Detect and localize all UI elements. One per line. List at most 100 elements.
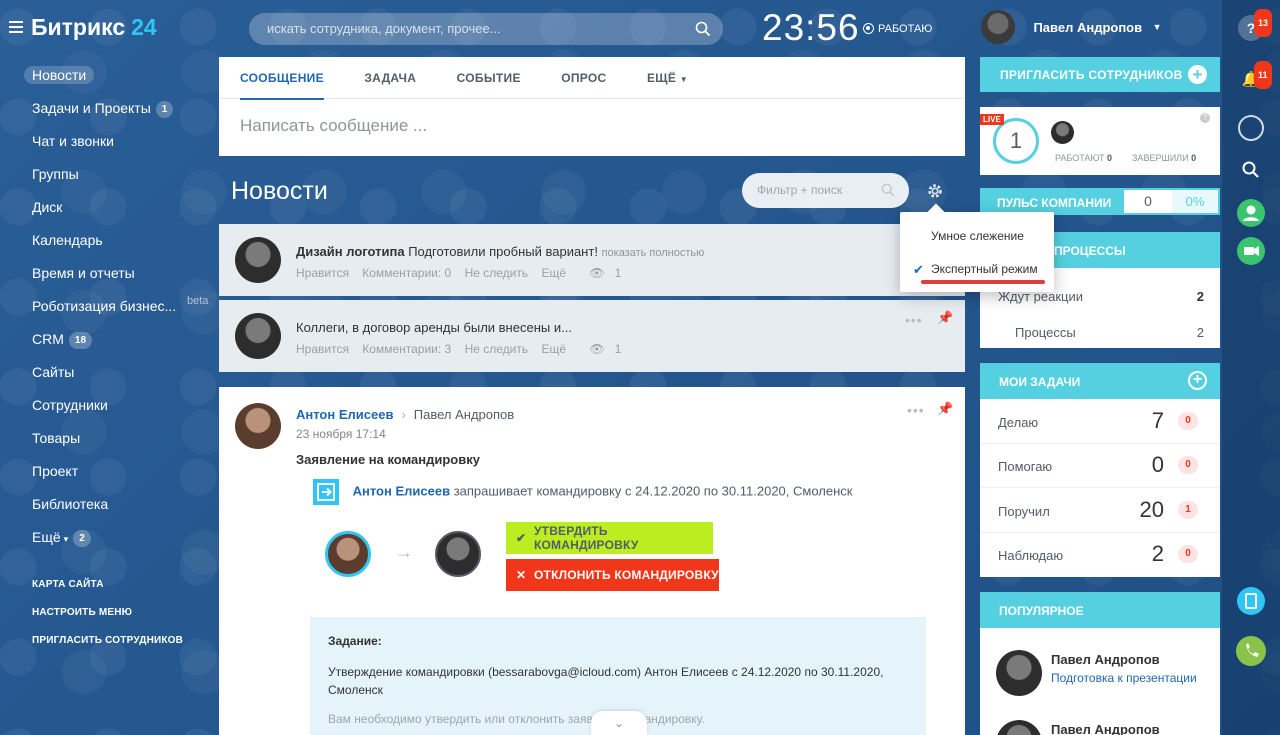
sidebar-item-calendar[interactable]: Календарь	[24, 229, 214, 262]
brand-logo[interactable]: Битрикс 24	[31, 14, 157, 41]
sidebar-item-label: Задачи и Проекты	[32, 100, 151, 116]
avatar	[435, 531, 481, 577]
menu-item-smart-follow[interactable]: Умное слежение	[931, 229, 1024, 243]
tab-poll[interactable]: ОПРОС	[561, 57, 606, 99]
avatar	[235, 403, 281, 449]
chevron-right-icon: ›	[401, 407, 406, 422]
phone-icon[interactable]	[1236, 636, 1266, 666]
live-badge: LIVE	[980, 114, 1004, 125]
status-label: РАБОТАЮ	[878, 23, 933, 35]
sidebar-item-sites[interactable]: Сайты	[24, 361, 214, 394]
sidebar-item-products[interactable]: Товары	[24, 427, 214, 460]
comments-link[interactable]: Комментарии: 3	[362, 342, 451, 356]
recipient-link[interactable]: Павел Андропов	[414, 407, 514, 422]
invite-widget[interactable]: ПРИГЛАСИТЬ СОТРУДНИКОВ +	[980, 57, 1220, 92]
avatar	[1051, 121, 1074, 144]
popular-author[interactable]: Павел Андропов	[1051, 652, 1160, 667]
approve-button[interactable]: ✔ УТВЕРДИТЬ КОМАНДИРОВКУ	[506, 522, 713, 554]
chat-icon[interactable]	[1238, 115, 1264, 141]
sitemap-link[interactable]: КАРТА САЙТА	[24, 571, 214, 599]
gear-icon[interactable]	[926, 182, 944, 200]
overdue-badge: 1	[1178, 501, 1198, 519]
check-icon: ✔	[516, 531, 527, 545]
comments-link[interactable]: Комментарии: 0	[362, 266, 451, 280]
menu-item-expert-mode[interactable]: Экспертный режим	[931, 262, 1038, 276]
post-text: Подготовили пробный вариант!	[408, 244, 598, 259]
more-link[interactable]: Ещё	[541, 342, 566, 356]
requester-link[interactable]: Антон Елисеев	[353, 483, 450, 498]
unfollow-link[interactable]: Не следить	[465, 266, 529, 280]
post-menu-icon[interactable]: •••	[905, 312, 923, 328]
popular-author[interactable]: Павел Андропов	[1051, 722, 1160, 735]
user-icon[interactable]	[1237, 199, 1265, 227]
invite-employees-link[interactable]: ПРИГЛАСИТЬ СОТРУДНИКОВ	[24, 627, 214, 655]
task-counter-row[interactable]: Наблюдаю 2 0	[980, 533, 1220, 577]
document-icon[interactable]	[1237, 587, 1265, 615]
sidebar-item-label: Проект	[32, 463, 79, 479]
like-link[interactable]: Нравится	[296, 342, 349, 356]
plus-icon[interactable]: +	[1188, 371, 1207, 390]
work-status[interactable]: РАБОТАЮ	[863, 21, 932, 35]
search-input[interactable]	[267, 21, 687, 36]
tab-event[interactable]: СОБЫТИЕ	[457, 57, 521, 99]
like-link[interactable]: Нравится	[296, 266, 349, 280]
video-call-icon[interactable]	[1237, 237, 1265, 265]
sidebar-item-robotization[interactable]: Роботизация бизнес...	[24, 295, 214, 328]
post-menu-icon[interactable]: •••	[907, 402, 925, 418]
pin-icon[interactable]: 📌	[937, 401, 953, 417]
more-link[interactable]: Ещё	[541, 266, 566, 280]
sidebar-item-disk[interactable]: Диск	[24, 196, 214, 229]
invite-label: ПРИГЛАСИТЬ СОТРУДНИКОВ	[1000, 68, 1183, 82]
feed-post-collapsed[interactable]: Коллеги, в договор аренды были внесены и…	[219, 300, 965, 372]
brand-number: 24	[131, 14, 157, 40]
author-link[interactable]: Антон Елисеев	[296, 407, 393, 422]
unfollow-link[interactable]: Не следить	[465, 342, 529, 356]
feed-post-collapsed[interactable]: Дизайн логотипа Подготовили пробный вари…	[219, 224, 965, 296]
tab-message[interactable]: СООБЩЕНИЕ	[240, 58, 324, 100]
search-icon[interactable]	[695, 21, 711, 37]
sidebar-item-label: CRM	[32, 331, 64, 347]
sidebar-item-employees[interactable]: Сотрудники	[24, 394, 214, 427]
sidebar-item-groups[interactable]: Группы	[24, 163, 214, 196]
bell-icon[interactable]: 🔔 11	[1238, 61, 1272, 93]
popular-post-link[interactable]: Подготовка к презентации	[1051, 671, 1197, 685]
search-icon[interactable]	[1238, 157, 1264, 183]
company-pulse[interactable]: ПУЛЬС КОМПАНИИ 0 0%	[980, 188, 1220, 215]
search-icon[interactable]	[881, 183, 895, 197]
tab-task[interactable]: ЗАДАЧА	[364, 57, 416, 99]
task-counter-row[interactable]: Делаю 7 0	[980, 400, 1220, 444]
chevron-down-icon: ⌄	[613, 716, 625, 730]
task-counter-row[interactable]: Поручил 20 1	[980, 489, 1220, 533]
sidebar-item-label: Время и отчеты	[32, 265, 135, 281]
sidebar-item-label: Роботизация бизнес...	[32, 298, 177, 314]
post-header: Антон Елисеев › Павел Андропов	[296, 407, 514, 422]
live-stats-widget: 1 LIVE ? РАБОТАЮТ 0 ЗАВЕРШИЛИ 0	[980, 107, 1220, 175]
sidebar-item-chat[interactable]: Чат и звонки	[24, 130, 214, 163]
filter-input[interactable]	[757, 183, 877, 197]
reject-button[interactable]: ✕ ОТКЛОНИТЬ КОМАНДИРОВКУ	[506, 559, 719, 591]
user-menu[interactable]: Павел Андропов ▼	[981, 10, 1161, 44]
configure-menu-link[interactable]: НАСТРОИТЬ МЕНЮ	[24, 599, 214, 627]
sidebar-item-project[interactable]: Проект	[24, 460, 214, 493]
help-icon[interactable]: ? 13	[1238, 9, 1273, 41]
show-more-link[interactable]: показать полностью	[602, 247, 705, 259]
expand-button[interactable]: ⌄	[591, 711, 647, 735]
pulse-value: 0	[1124, 190, 1172, 213]
help-icon[interactable]: ?	[1200, 113, 1210, 123]
tab-more[interactable]: ЕЩЁ ▼	[647, 57, 688, 101]
sidebar-item-tasks[interactable]: Задачи и Проекты 1	[24, 97, 214, 130]
sidebar-item-time[interactable]: Время и отчеты	[24, 262, 214, 295]
sidebar-item-news[interactable]: Новости	[24, 64, 214, 97]
pin-icon[interactable]: 📌	[937, 310, 953, 326]
process-row[interactable]: Процессы 2	[980, 314, 1220, 350]
notification-badge: 11	[1254, 61, 1272, 89]
menu-icon[interactable]	[9, 21, 23, 33]
counter-badge: 2	[73, 530, 91, 547]
finished-value: 0	[1191, 153, 1197, 163]
sidebar-item-more[interactable]: Ещё ▾ 2	[24, 526, 214, 559]
sidebar-item-crm[interactable]: CRM 18	[24, 328, 214, 361]
sidebar-item-library[interactable]: Библиотека	[24, 493, 214, 526]
task-counter-row[interactable]: Помогаю 0 0	[980, 444, 1220, 488]
plus-icon[interactable]: +	[1188, 65, 1207, 84]
message-input[interactable]: Написать сообщение ...	[219, 99, 965, 136]
